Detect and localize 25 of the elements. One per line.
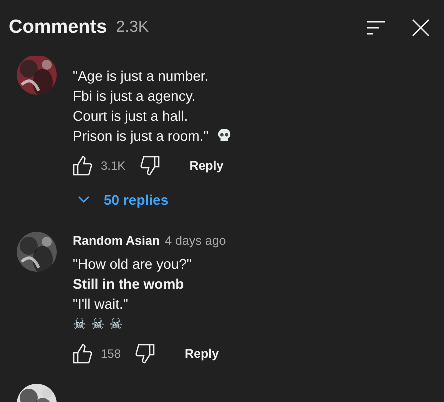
- comment-text: Prison is just a room.": [73, 128, 209, 144]
- comment-text: Still in the womb: [73, 276, 184, 292]
- chevron-down-icon: [78, 196, 90, 204]
- panel-title: Comments: [9, 17, 108, 39]
- skull-icon: [216, 128, 232, 143]
- comment-time: 4 days ago: [165, 234, 226, 248]
- thumbs-up-icon[interactable]: [73, 344, 93, 364]
- reply-button[interactable]: Reply: [185, 347, 220, 361]
- comment-text: Fbi is just a agency.: [73, 88, 196, 104]
- author-name[interactable]: Random Asian: [73, 234, 160, 248]
- sort-icon[interactable]: [366, 20, 386, 36]
- close-icon[interactable]: [412, 19, 430, 37]
- reply-button[interactable]: Reply: [190, 159, 224, 173]
- comment-text: "Age is just a number.: [73, 68, 209, 84]
- comment-text: Court is just a hall.: [73, 108, 188, 124]
- thumbs-down-icon[interactable]: [135, 344, 156, 364]
- emoji-text: ☠ ☠ ☠: [73, 315, 123, 333]
- like-count: 158: [101, 347, 122, 361]
- like-count: 3.1K: [101, 159, 126, 173]
- comment-text: "How old are you?": [73, 256, 192, 272]
- thumbs-down-icon[interactable]: [140, 156, 160, 176]
- comment-text: "I'll wait.": [73, 296, 128, 312]
- comment-count: 2.3K: [116, 19, 150, 37]
- thumbs-up-icon[interactable]: [73, 156, 93, 176]
- replies-toggle[interactable]: 50 replies: [78, 190, 232, 210]
